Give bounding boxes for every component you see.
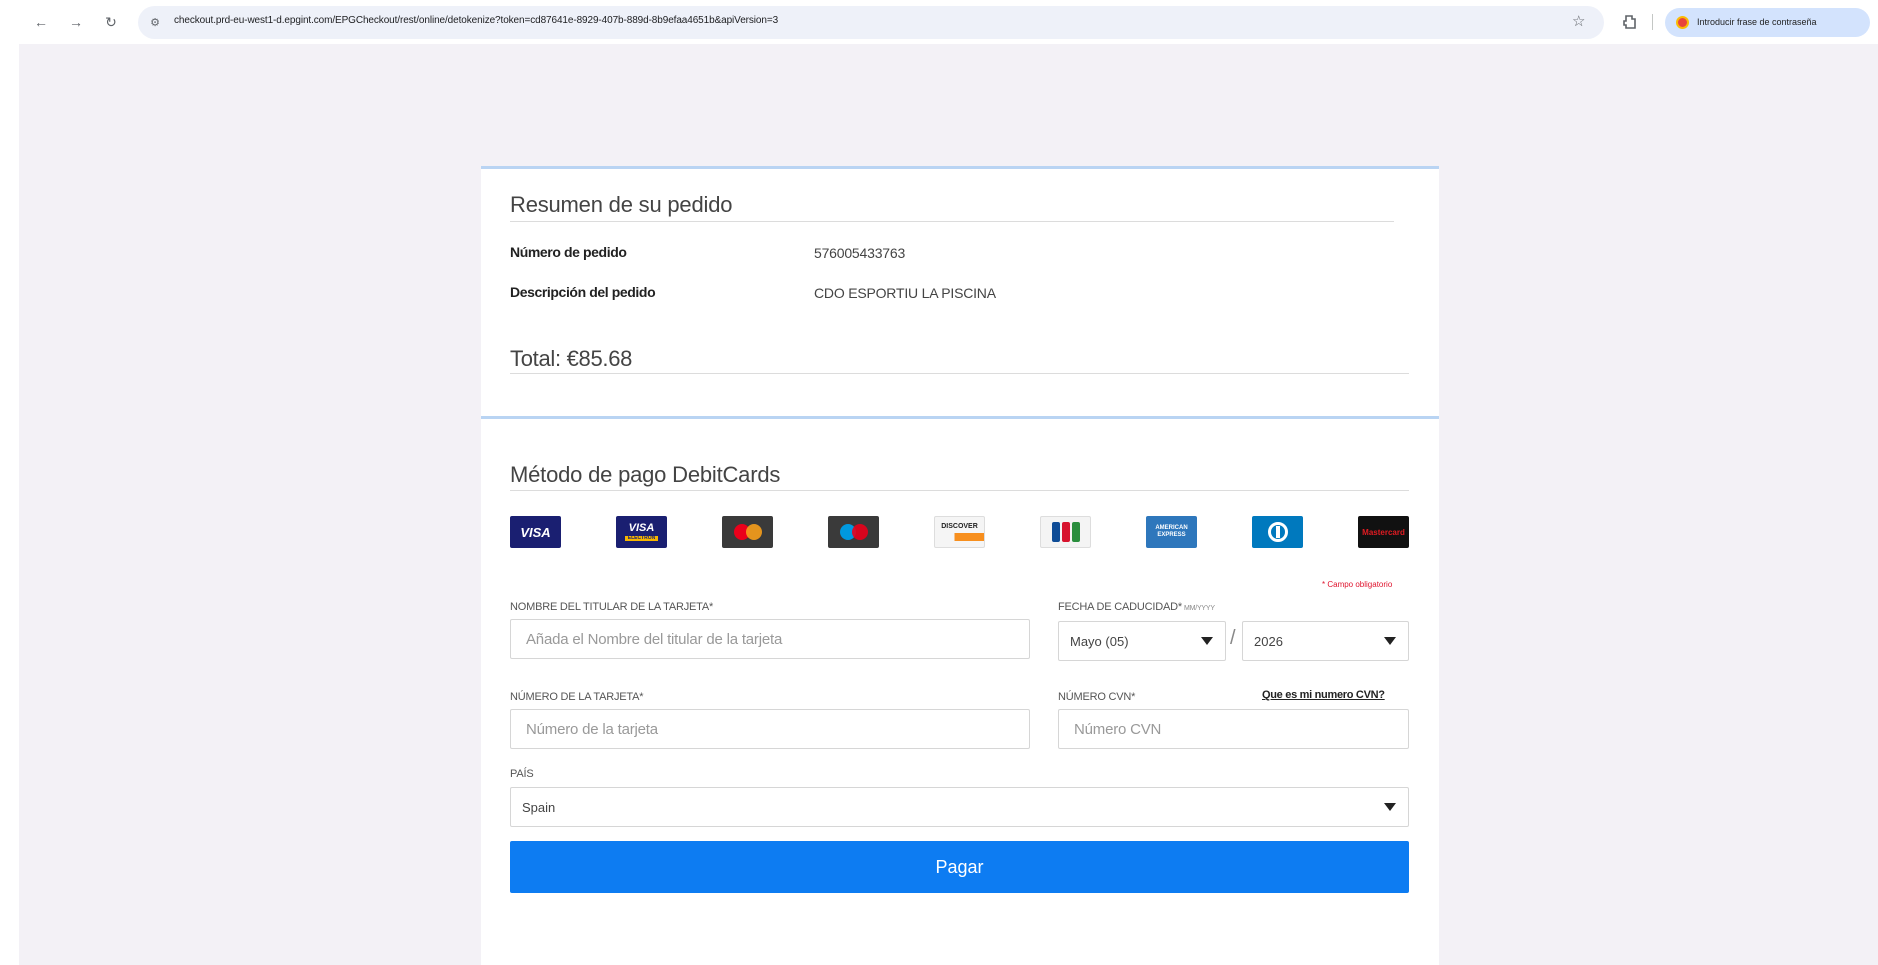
payment-title-divider xyxy=(510,490,1409,491)
order-description-value: CDO ESPORTIU LA PISCINA xyxy=(814,285,996,301)
password-prompt-text[interactable]: Introducir frase de contraseña xyxy=(1697,17,1817,27)
card-number-label: NÚMERO DE LA TARJETA* xyxy=(510,691,644,703)
total-divider xyxy=(510,373,1409,374)
chevron-down-icon xyxy=(1384,637,1396,645)
expiry-date-label: FECHA DE CADUCIDAD* MM/YYYY xyxy=(1058,601,1215,613)
profile-icon[interactable] xyxy=(1676,16,1689,29)
bookmark-star-icon[interactable]: ☆ xyxy=(1572,12,1585,30)
order-number-value: 576005433763 xyxy=(814,245,906,261)
country-label: PAÍS xyxy=(510,768,534,780)
back-icon[interactable]: ← xyxy=(31,12,51,32)
order-description-label: Descripción del pedido xyxy=(510,284,656,300)
discover-logo-icon: DISCOVER xyxy=(934,516,985,548)
maestro-logo-icon xyxy=(828,516,879,548)
expiry-year-value: 2026 xyxy=(1254,633,1283,649)
amex-logo-text: AMERICAN EXPRESS xyxy=(1155,525,1188,538)
forward-icon[interactable]: → xyxy=(66,12,86,32)
expiry-separator: / xyxy=(1230,627,1236,649)
cvn-label: NÚMERO CVN* xyxy=(1058,691,1136,703)
order-total: Total: €85.68 xyxy=(510,346,633,371)
other-card-logo-icon: Mastercard xyxy=(1358,516,1409,548)
card-number-input[interactable]: Número de la tarjeta xyxy=(510,709,1030,749)
expiry-month-value: Mayo (05) xyxy=(1070,633,1129,649)
summary-title-divider xyxy=(510,221,1394,222)
expiry-date-hint: MM/YYYY xyxy=(1183,605,1215,612)
cvn-input[interactable]: Número CVN xyxy=(1058,709,1409,749)
expiry-year-select[interactable]: 2026 xyxy=(1242,621,1409,661)
what-is-cvn-link[interactable]: Que es mi numero CVN? xyxy=(1262,689,1385,701)
chevron-down-icon xyxy=(1201,637,1213,645)
pay-button[interactable]: Pagar xyxy=(510,841,1409,893)
cardholder-name-input[interactable]: Añada el Nombre del titular de la tarjet… xyxy=(510,619,1030,659)
browser-toolbar: ← → ↻ ⚙ checkout.prd-eu-west1-d.epgint.c… xyxy=(0,0,1878,44)
visa-logo-icon: VISA xyxy=(510,516,561,548)
visa-logo-text: VISA xyxy=(520,524,551,540)
expiry-date-label-text: FECHA DE CADUCIDAD* xyxy=(1058,601,1182,613)
other-card-logo-text: Mastercard xyxy=(1362,527,1405,537)
required-field-note: * Campo obligatorio xyxy=(1322,580,1393,589)
toolbar-divider xyxy=(1652,14,1653,30)
order-summary-title: Resumen de su pedido xyxy=(510,192,733,217)
jcb-logo-icon xyxy=(1040,516,1091,548)
diners-club-logo-icon xyxy=(1252,516,1303,548)
url-text[interactable]: checkout.prd-eu-west1-d.epgint.com/EPGCh… xyxy=(174,15,778,26)
discover-logo-text: DISCOVER xyxy=(941,523,978,530)
expiry-month-select[interactable]: Mayo (05) xyxy=(1058,621,1226,661)
extensions-icon[interactable] xyxy=(1620,12,1640,32)
visa-electron-logo-icon: VISA ELECTRON xyxy=(616,516,667,548)
cardholder-name-label: NOMBRE DEL TITULAR DE LA TARJETA* xyxy=(510,601,714,613)
mastercard-logo-icon xyxy=(722,516,773,548)
american-express-logo-icon: AMERICAN EXPRESS xyxy=(1146,516,1197,548)
chevron-down-icon xyxy=(1384,803,1396,811)
site-info-icon[interactable]: ⚙ xyxy=(148,15,162,29)
country-select[interactable]: Spain xyxy=(510,787,1409,827)
payment-method-title: Método de pago DebitCards xyxy=(510,462,781,487)
visa-electron-logo-text: VISA xyxy=(628,522,655,534)
visa-electron-logo-sub: ELECTRON xyxy=(624,536,659,541)
order-number-label: Número de pedido xyxy=(510,244,627,260)
country-value: Spain xyxy=(522,799,556,815)
reload-icon[interactable]: ↻ xyxy=(101,12,121,32)
